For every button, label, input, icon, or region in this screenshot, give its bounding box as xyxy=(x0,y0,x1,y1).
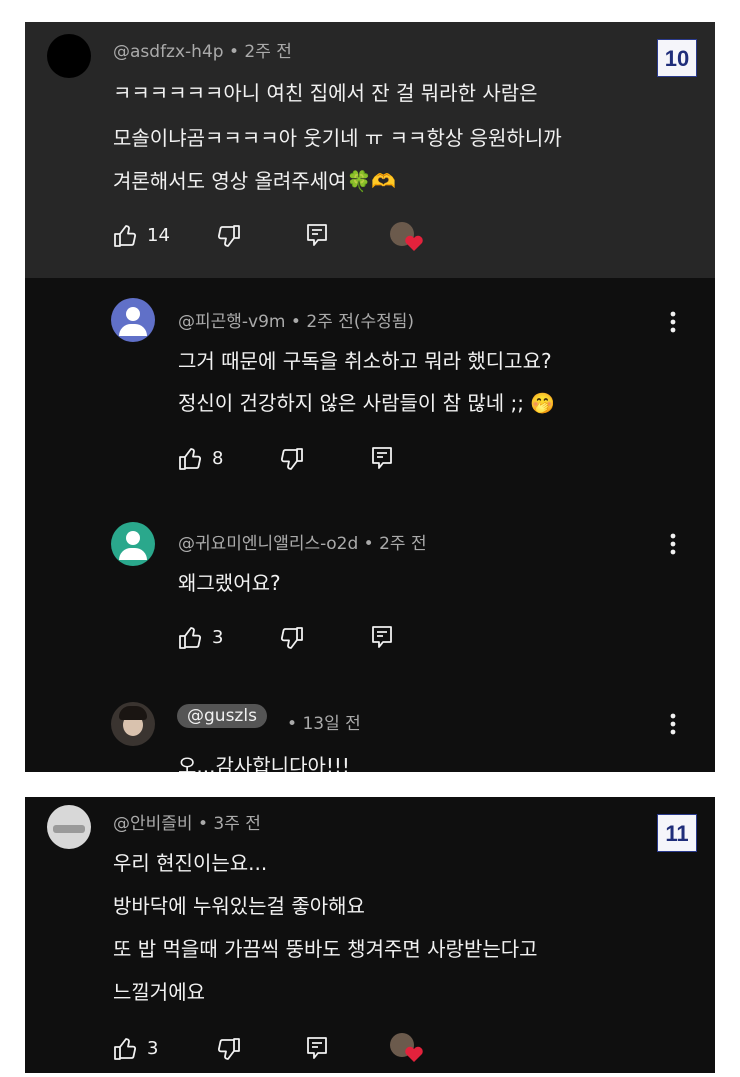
comment-line: 또 밥 먹을때 가끔씩 뚱바도 챙겨주면 사랑받는다고 xyxy=(113,937,538,961)
like-count: 3 xyxy=(147,1038,159,1059)
like-icon[interactable] xyxy=(178,447,204,471)
comment-thread-11: @안비즐비 • 3주 전 11 우리 현진이는요... 방바닥에 누워있는걸 좋… xyxy=(25,797,715,1073)
like-count: 3 xyxy=(212,627,224,648)
avatar-head xyxy=(126,307,140,321)
mention-chip[interactable]: @guszls xyxy=(177,704,267,728)
reply-time[interactable]: 2주 전 xyxy=(379,534,427,554)
reply-icon[interactable] xyxy=(370,625,394,649)
comment-line: 느낄거에요 xyxy=(113,980,205,1004)
like-icon[interactable] xyxy=(113,1037,139,1061)
comment-line: 우리 현진이는요... xyxy=(113,851,268,875)
like-count: 14 xyxy=(147,225,170,246)
commenter-avatar[interactable] xyxy=(47,805,91,849)
dislike-icon[interactable] xyxy=(215,1037,241,1061)
reply-meta: • 13일 전 xyxy=(287,709,361,734)
dislike-icon[interactable] xyxy=(215,224,241,248)
reply-avatar[interactable] xyxy=(111,702,155,746)
reply-time[interactable]: 13일 전 xyxy=(302,714,360,734)
comment-author[interactable]: @asdfzx-h4p xyxy=(113,42,224,62)
reply-line: 오...감사합니다아!!! xyxy=(178,754,350,772)
comment-author[interactable]: @안비즐비 xyxy=(113,814,193,834)
creator-heart-icon xyxy=(390,222,424,254)
page-number-badge: 10 xyxy=(657,39,697,77)
avatar-photo-detail xyxy=(53,825,85,833)
reply-avatar[interactable] xyxy=(111,298,155,342)
like-icon[interactable] xyxy=(178,626,204,650)
reply-time[interactable]: 2주 전(수정됨) xyxy=(306,312,414,332)
dislike-icon[interactable] xyxy=(278,626,304,650)
comment-line: 모솔이냐곰ㅋㅋㅋㅋ아 웃기네 ㅠ ㅋㅋ항상 응원하니까 xyxy=(113,126,562,150)
comment-thread-10: @asdfzx-h4p • 2주 전 10 ㅋㅋㅋㅋㅋㅋ아니 여친 집에서 잔 … xyxy=(25,22,715,772)
meta-separator: • xyxy=(287,714,303,734)
reply-icon[interactable] xyxy=(370,446,394,470)
comment-line: 방바닥에 누워있는걸 좋아해요 xyxy=(113,894,365,918)
dislike-icon[interactable] xyxy=(278,447,304,471)
avatar-body xyxy=(119,548,147,560)
avatar-hair xyxy=(119,706,147,720)
reply-icon[interactable] xyxy=(305,1036,329,1060)
like-icon[interactable] xyxy=(113,224,139,248)
comment-time[interactable]: 2주 전 xyxy=(244,42,292,62)
more-vert-icon[interactable] xyxy=(665,309,681,335)
reply-line: 정신이 건강하지 않은 사람들이 참 많네 ;; 🤭 xyxy=(178,391,556,415)
meta-separator: • xyxy=(228,42,245,62)
avatar-head xyxy=(126,531,140,545)
avatar-body xyxy=(119,324,147,336)
reply-icon[interactable] xyxy=(305,223,329,247)
reply-avatar[interactable] xyxy=(111,522,155,566)
more-vert-icon[interactable] xyxy=(665,531,681,557)
heart-icon xyxy=(405,235,423,251)
reply-author[interactable]: @피곤행-v9m xyxy=(178,312,286,332)
comment-meta: @asdfzx-h4p • 2주 전 xyxy=(113,37,292,62)
reply-meta: @피곤행-v9m • 2주 전(수정됨) xyxy=(178,307,414,332)
like-count: 8 xyxy=(212,448,224,469)
reply-line: 왜그랬어요? xyxy=(178,571,281,595)
comment-line: ㅋㅋㅋㅋㅋㅋ아니 여친 집에서 잔 걸 뭐라한 사람은 xyxy=(113,81,538,105)
commenter-avatar[interactable] xyxy=(47,34,91,78)
reply-meta: @귀요미엔니앨리스-o2d • 2주 전 xyxy=(178,529,427,554)
comment-meta: @안비즐비 • 3주 전 xyxy=(113,809,261,834)
meta-separator: • xyxy=(290,312,307,332)
meta-separator: • xyxy=(363,534,380,554)
page-number-badge: 11 xyxy=(657,814,697,852)
meta-separator: • xyxy=(197,814,214,834)
more-vert-icon[interactable] xyxy=(665,711,681,737)
reply-line: 그거 때문에 구독을 취소하고 뭐라 했디고요? xyxy=(178,349,552,373)
heart-icon xyxy=(405,1046,423,1062)
reply-author[interactable]: @귀요미엔니앨리스-o2d xyxy=(178,534,358,554)
comment-time[interactable]: 3주 전 xyxy=(213,814,261,834)
comment-line: 겨론해서도 영상 올려주세여🍀🫶 xyxy=(113,169,397,193)
creator-heart-icon xyxy=(390,1033,424,1065)
